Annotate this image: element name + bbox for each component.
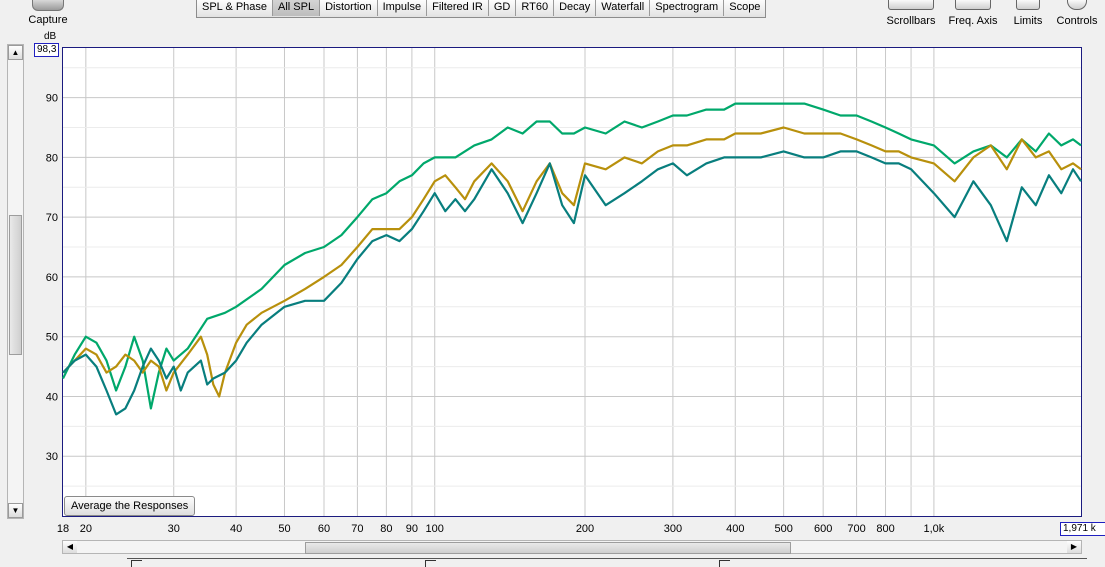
y-tick-label: 30 xyxy=(46,451,58,463)
x-tick-label: 400 xyxy=(726,523,744,535)
x-tick-label: 20 xyxy=(80,523,92,535)
y-max-readout[interactable]: 98,3 xyxy=(34,43,60,57)
x-tick-label: 500 xyxy=(774,523,792,535)
x-max-readout[interactable]: 1,971 k xyxy=(1060,522,1105,536)
horizontal-scroll-thumb[interactable] xyxy=(305,542,791,554)
series-line-2 xyxy=(62,126,1082,398)
scroll-right-icon[interactable]: ▶ xyxy=(1067,541,1081,553)
x-tick-label: 100 xyxy=(426,523,444,535)
y-tick-label: 80 xyxy=(46,152,58,164)
x-tick-label: 800 xyxy=(876,523,894,535)
average-responses-button[interactable]: Average the Responses xyxy=(64,496,196,516)
y-tick-label: 90 xyxy=(46,93,58,105)
y-tick-label: 70 xyxy=(46,212,58,224)
y-tick-label: 40 xyxy=(46,391,58,403)
x-tick-label: 300 xyxy=(664,523,682,535)
x-tick-label: 70 xyxy=(351,523,363,535)
x-tick-label: 60 xyxy=(318,523,330,535)
x-tick-label: 50 xyxy=(278,523,290,535)
spl-chart: 30 40 50 60 70 80 90 18 20 30 40 50 60 70 80 90 100 200 3… xyxy=(46,48,1082,535)
horizontal-scrollbar[interactable]: ◀ ▶ xyxy=(62,540,1082,554)
scroll-left-icon[interactable]: ◀ xyxy=(63,541,77,553)
x-tick-label: 200 xyxy=(576,523,594,535)
x-tick-label: 700 xyxy=(847,523,865,535)
x-tick-label: 600 xyxy=(814,523,832,535)
x-tick-label: 30 xyxy=(168,523,180,535)
y-tick-label: 50 xyxy=(46,332,58,344)
x-tick-label: 90 xyxy=(406,523,418,535)
series-line-3 xyxy=(62,150,1082,416)
x-tick-label: 80 xyxy=(380,523,392,535)
x-tick-label: 40 xyxy=(230,523,242,535)
series-line-1 xyxy=(62,102,1082,410)
x-tick-label: 1,0k xyxy=(924,523,945,535)
y-tick-label: 60 xyxy=(46,272,58,284)
x-tick-label: 18 xyxy=(57,523,69,535)
